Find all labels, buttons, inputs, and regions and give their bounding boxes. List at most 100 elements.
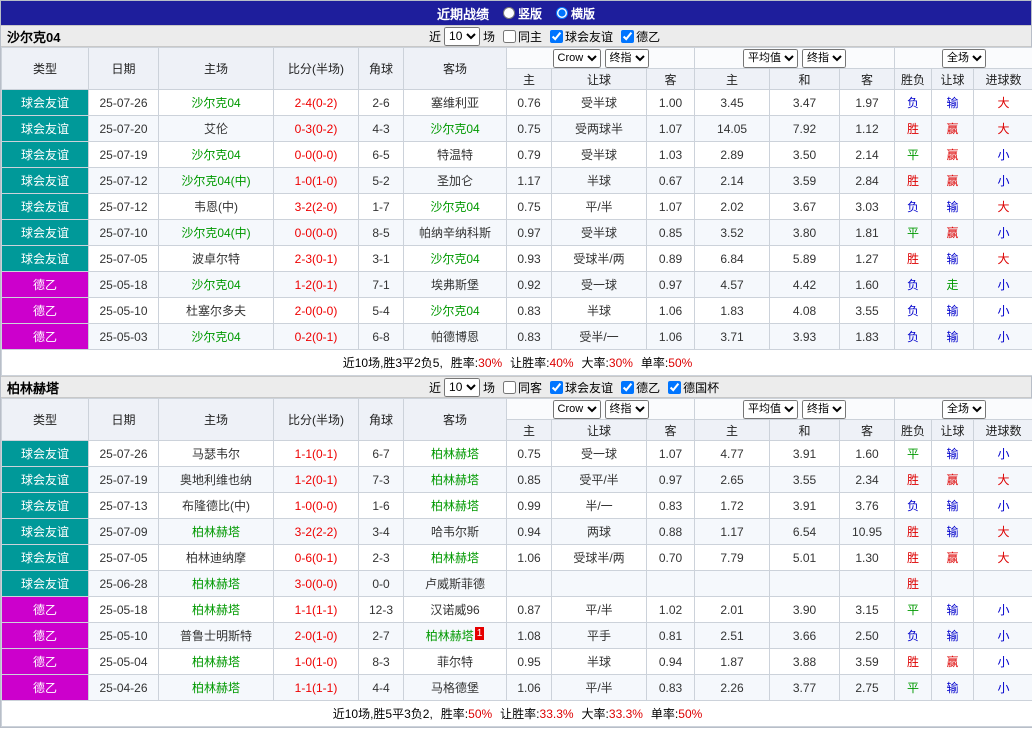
avg-away-odds: 3.55 (839, 297, 896, 324)
filter-checkbox[interactable] (550, 380, 564, 394)
home-team: 艾伦 (158, 115, 274, 142)
away-team: 塞维利亚 (403, 89, 507, 116)
odds-home: 1.06 (506, 674, 552, 701)
average-index-select[interactable]: 终指 (802, 399, 847, 419)
team-label: 卢威斯菲德 (424, 577, 485, 591)
filter-checkbox[interactable] (621, 380, 635, 394)
handicap-result: 走 (931, 271, 975, 298)
score: 1-1(1-1) (273, 674, 359, 701)
horizontal-radio[interactable] (556, 7, 568, 19)
summary-stat-label: 胜率: (450, 356, 479, 370)
league-type-badge: 球会友谊 (1, 219, 89, 246)
column-header: 比分(半场) (273, 47, 359, 90)
odds-home: 0.94 (506, 518, 552, 545)
match-count-select[interactable]: 10 (444, 377, 481, 397)
away-team: 埃弗斯堡 (403, 271, 507, 298)
team-label: 沙尔克04 (430, 252, 480, 266)
avg-home-odds (694, 570, 771, 597)
vertical-radio[interactable] (502, 7, 515, 19)
match-count-select[interactable]: 10 (444, 26, 481, 46)
corners: 6-8 (358, 323, 404, 350)
layout-vertical-option[interactable]: 竖版 (502, 5, 542, 22)
score: 0-0(0-0) (273, 141, 359, 168)
match-row: 球会友谊 25-07-12 韦恩(中) 3-2(2-0) 1-7 沙尔克04 0.75 平/半… (1, 193, 1032, 220)
home-team: 柏林迪纳摩 (158, 544, 274, 571)
team-label: 埃弗斯堡 (430, 278, 479, 292)
handicap-result: 赢 (931, 544, 975, 571)
league-type-badge: 球会友谊 (1, 544, 89, 571)
away-team: 柏林赫塔 (403, 440, 507, 467)
scope-select[interactable]: 全场 (942, 48, 987, 68)
match-row: 球会友谊 25-07-12 沙尔克04(中) 1-0(1-0) 5-2 圣加仑 1.17 半球… (1, 167, 1032, 194)
corners: 2-6 (358, 89, 404, 116)
away-team: 沙尔克04 (403, 245, 507, 272)
odds-away: 0.97 (645, 466, 696, 493)
home-team: 沙尔克04 (158, 89, 274, 116)
odds-away (645, 570, 696, 597)
filter-checkbox-option[interactable]: 德乙 (621, 28, 660, 45)
handicap-result: 输 (931, 596, 975, 623)
league-type-badge: 球会友谊 (1, 440, 89, 467)
team-label: 杜塞尔多夫 (185, 304, 246, 318)
team-label: 沙尔克04 (430, 304, 480, 318)
summary-row: 近10场,胜5平3负2, 胜率:50% 让胜率:33.3% 大率:33.3% 单率:50… (0, 700, 1032, 727)
win-draw-loss-result: 胜 (894, 245, 933, 272)
odds-away: 1.07 (645, 115, 696, 142)
score: 1-0(0-0) (273, 492, 359, 519)
bookmaker-index-select[interactable]: 终指 (604, 48, 649, 68)
column-header: 日期 (88, 47, 159, 90)
odds-away: 1.07 (645, 440, 696, 467)
handicap-line: 受半球 (551, 219, 647, 246)
away-team: 柏林赫塔 1 (403, 622, 507, 649)
filter-checkbox-option[interactable]: 同客 (503, 379, 542, 396)
match-row: 德乙 25-05-18 沙尔克04 1-2(0-1) 7-1 埃弗斯堡 0.92 受一球 0.9… (1, 271, 1032, 298)
filter-checkbox-option[interactable]: 球会友谊 (550, 28, 613, 45)
odds-away: 1.06 (645, 297, 696, 324)
filter-checkbox-option[interactable]: 德国杯 (668, 379, 719, 396)
average-select[interactable]: 平均值 (743, 399, 799, 419)
corners: 4-4 (358, 674, 404, 701)
corners: 2-7 (358, 622, 404, 649)
average-select[interactable]: 平均值 (743, 48, 799, 68)
corners: 2-3 (358, 544, 404, 571)
scope-select[interactable]: 全场 (942, 399, 987, 419)
win-draw-loss-result: 负 (894, 89, 933, 116)
win-draw-loss-result: 平 (894, 440, 933, 467)
filter-checkbox-label: 同客 (518, 380, 543, 395)
layout-horizontal-option[interactable]: 横版 (556, 5, 595, 22)
match-row: 球会友谊 25-07-26 沙尔克04 2-4(0-2) 2-6 塞维利亚 0.76 受半球 1… (1, 89, 1032, 116)
score: 0-3(0-2) (273, 115, 359, 142)
filter-checkbox[interactable] (668, 380, 682, 394)
team-header-bar: 柏林赫塔 近 10 场 同客 球会友谊 德乙 德国杯 (1, 376, 1031, 398)
team-label: 奥地利维也纳 (179, 473, 252, 487)
win-draw-loss-result: 负 (894, 297, 933, 324)
filter-checkbox[interactable] (503, 380, 517, 394)
average-index-select[interactable]: 终指 (802, 48, 847, 68)
team-name: 柏林赫塔 (7, 380, 60, 396)
team-section: 柏林赫塔近 10 场同客 球会友谊 德乙 德国杯 类型 日期 主场 比分(半场) 角球 客场 Crow 终… (0, 376, 1032, 727)
match-row: 球会友谊 25-07-13 布隆德比(中) 1-0(0-0) 1-6 柏林赫塔 0.99 半/… (1, 492, 1032, 519)
odds-away: 0.85 (645, 219, 696, 246)
avg-away-odds: 1.81 (839, 219, 896, 246)
filter-checkbox[interactable] (621, 29, 635, 43)
avg-draw-odds: 7.92 (769, 115, 841, 142)
team-label: 沙尔克04 (191, 330, 241, 344)
avg-draw-odds: 3.93 (769, 323, 841, 350)
team-label: 柏林迪纳摩 (185, 551, 246, 565)
league-type-badge: 德乙 (1, 596, 89, 623)
win-draw-loss-result: 平 (894, 219, 933, 246)
bookmaker-index-select[interactable]: 终指 (604, 399, 649, 419)
match-row: 球会友谊 25-07-19 沙尔克04 0-0(0-0) 6-5 特温特 0.79 受半球 1.… (1, 141, 1032, 168)
team-label: 柏林赫塔 (430, 551, 479, 565)
over-under-result: 小 (973, 492, 1032, 519)
filter-checkbox-option[interactable]: 德乙 (621, 379, 660, 396)
filter-checkbox[interactable] (503, 29, 517, 43)
home-team: 马瑟韦尔 (158, 440, 274, 467)
filter-checkbox[interactable] (550, 29, 564, 43)
bookmaker-select[interactable]: Crow (552, 399, 601, 419)
filter-checkbox-option[interactable]: 球会友谊 (550, 379, 613, 396)
filter-checkbox-option[interactable]: 同主 (503, 28, 542, 45)
handicap-result: 输 (931, 492, 975, 519)
bookmaker-select[interactable]: Crow (552, 48, 601, 68)
odds-home: 1.08 (506, 622, 552, 649)
